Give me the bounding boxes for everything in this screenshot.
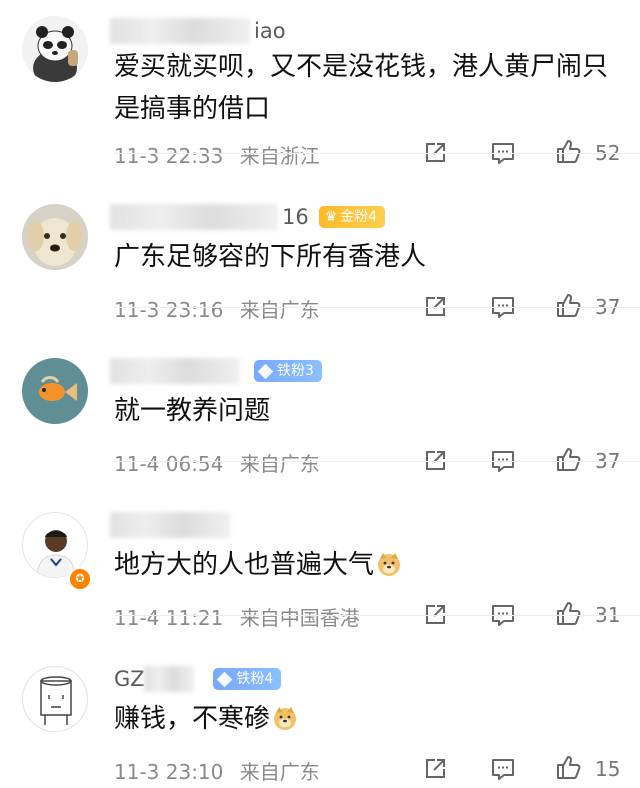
share-icon[interactable]	[422, 756, 448, 782]
comment-item: 铁粉3 就一教养问题 11-4 06:54 来自广东 37	[0, 308, 640, 476]
comment-time: 11-3 23:10	[114, 760, 224, 784]
avatar[interactable]	[22, 16, 88, 82]
fan-badge[interactable]: 铁粉3	[254, 360, 322, 382]
doge-emoji-icon	[272, 702, 298, 730]
comment-list: iao 爱买就买呗，又不是没花钱，港人黄尸闹只是搞事的借口 11-3 22:33…	[0, 0, 640, 788]
panda-avatar-icon	[22, 16, 88, 82]
comment-text: 赚钱，不寒碜	[114, 698, 614, 740]
fan-badge[interactable]: 铁粉4	[213, 668, 282, 690]
sketch-avatar-icon	[23, 667, 87, 731]
goldfish-avatar-icon	[22, 358, 88, 424]
username[interactable]: 16	[110, 204, 309, 230]
comment-item: 16 ♛ 金粉4 广东足够容的下所有香港人 11-3 23:16 来自广东 37	[0, 154, 640, 322]
comment-text: 地方大的人也普遍大气	[114, 544, 614, 586]
comment-text: 爱买就买呗，又不是没花钱，港人黄尸闹只是搞事的借口	[114, 52, 609, 124]
comment-text: 广东足够容的下所有香港人	[114, 242, 427, 272]
comment-item: GZ 铁粉4 赚钱，不寒碜 11-3 23:10 来自广东 15	[0, 616, 640, 788]
doge-emoji-icon	[376, 548, 402, 576]
username[interactable]	[110, 512, 234, 538]
thumbs-up-icon[interactable]	[556, 754, 582, 780]
comment-icon[interactable]	[490, 756, 516, 782]
avatar[interactable]	[22, 204, 88, 270]
comment-text: 就一教养问题	[114, 396, 271, 426]
comment-meta: 11-3 23:10 来自广东	[114, 756, 320, 785]
username[interactable]: GZ	[114, 666, 203, 692]
avatar[interactable]	[22, 666, 88, 732]
dog-avatar-icon	[22, 204, 88, 270]
comment-location: 来自广东	[239, 760, 320, 784]
avatar[interactable]	[22, 358, 88, 424]
diamond-icon	[257, 363, 274, 379]
like-count: 15	[595, 757, 621, 781]
diamond-icon	[217, 671, 233, 687]
badge-icon: ♛	[324, 209, 338, 225]
username[interactable]: iao	[110, 18, 286, 44]
verified-badge-icon: ✪	[68, 567, 92, 591]
fan-badge[interactable]: ♛ 金粉4	[318, 206, 386, 228]
comment-item: ✪ 地方大的人也普遍大气 11-4 11:21 来自中国香港 31	[0, 462, 640, 630]
comment-item: iao 爱买就买呗，又不是没花钱，港人黄尸闹只是搞事的借口 11-3 22:33…	[0, 0, 640, 168]
username[interactable]	[110, 358, 244, 384]
